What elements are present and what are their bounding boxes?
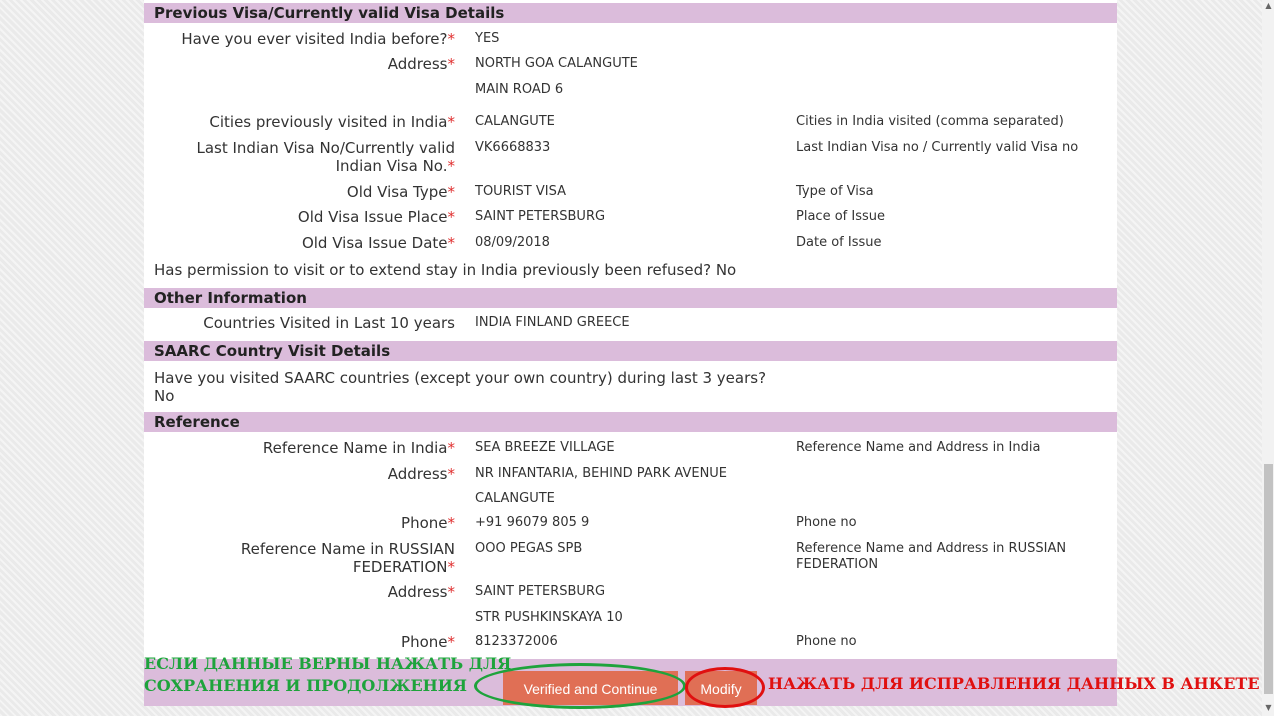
required-marker: * [447,113,456,131]
old-visa-issue-date-value: 08/09/2018 [475,235,550,250]
reference-name-india-label: Reference Name in India* [262,439,456,457]
triangle-down-icon[interactable]: ▼ [1263,702,1274,714]
modify-button[interactable]: Modify [685,671,757,705]
last-visa-no-value: VK6668833 [475,140,551,155]
required-marker: * [447,30,456,48]
reference-russia-address-line2: STR PUSHKINSKAYA 10 [475,610,623,625]
old-visa-type-value: TOURIST VISA [475,184,566,199]
last-visa-no-label-line2: Indian Visa No.* [335,157,456,175]
red-annotation-note: НАЖАТЬ ДЛЯ ИСПРАВЛЕНИЯ ДАННЫХ В АНКЕТЕ [768,674,1260,693]
reference-russia-address-label: Address* [387,583,456,601]
reference-russia-phone-label: Phone* [401,633,456,651]
reference-name-india-hint: Reference Name and Address in India [796,440,1041,455]
reference-india-phone-label: Phone* [401,514,456,532]
reference-name-russia-value: OOO PEGAS SPB [475,541,583,556]
address-label: Address* [387,55,456,73]
reference-name-russia-hint-line2: FEDERATION [796,557,879,572]
reference-india-address-line1: NR INFANTARIA, BEHIND PARK AVENUE [475,466,728,481]
reference-name-russia-label-line2: FEDERATION* [352,558,456,576]
cities-visited-value: CALANGUTE [475,114,555,129]
required-marker: * [447,208,456,226]
cities-visited-hint: Cities in India visited (comma separated… [796,114,1064,129]
visited-india-value: YES [475,31,500,46]
section-header-previous-visa: Previous Visa/Currently valid Visa Detai… [144,3,1117,23]
old-visa-issue-place-hint: Place of Issue [796,209,885,224]
old-visa-issue-date-label: Old Visa Issue Date* [301,234,456,252]
reference-name-russia-label-line1: Reference Name in RUSSIAN [240,540,455,558]
required-marker: * [447,439,456,457]
old-visa-issue-place-value: SAINT PETERSBURG [475,209,606,224]
green-annotation-note: ЕСЛИ ДАННЫЕ ВЕРНЫ НАЖАТЬ ДЛЯ СОХРАНЕНИЯ … [144,653,511,697]
section-header-reference: Reference [144,412,1117,432]
required-marker: * [447,633,456,651]
required-marker: * [447,157,456,175]
saarc-question: Have you visited SAARC countries (except… [154,369,767,387]
scrollbar-thumb[interactable] [1264,464,1273,694]
saarc-answer: No [154,387,175,405]
section-header-other-information: Other Information [144,288,1117,308]
reference-india-phone-hint: Phone no [796,515,857,530]
last-visa-no-hint: Last Indian Visa no / Currently valid Vi… [796,140,1079,155]
cities-visited-label: Cities previously visited in India* [209,113,456,131]
required-marker: * [447,514,456,532]
old-visa-type-hint: Type of Visa [796,184,874,199]
required-marker: * [447,583,456,601]
required-marker: * [447,558,456,576]
required-marker: * [447,183,456,201]
countries-visited-value: INDIA FINLAND GREECE [475,315,630,330]
verified-and-continue-button[interactable]: Verified and Continue [503,671,678,705]
reference-russia-address-line1: SAINT PETERSBURG [475,584,606,599]
reference-russia-phone-hint: Phone no [796,634,857,649]
last-visa-no-label-line1: Last Indian Visa No/Currently valid [196,139,455,157]
reference-russia-phone-value: 8123372006 [475,634,558,649]
visa-details-panel: Previous Visa/Currently valid Visa Detai… [144,0,1117,706]
visited-india-label: Have you ever visited India before?* [181,30,456,48]
green-annotation-line2: СОХРАНЕНИЯ И ПРОДОЛЖЕНИЯ [144,676,467,695]
old-visa-type-label: Old Visa Type* [346,183,456,201]
old-visa-issue-place-label: Old Visa Issue Place* [297,208,456,226]
reference-name-india-value: SEA BREEZE VILLAGE [475,440,615,455]
section-header-saarc: SAARC Country Visit Details [144,341,1117,361]
address-line2-value: MAIN ROAD 6 [475,82,564,97]
visa-refused-text: Has permission to visit or to extend sta… [154,261,737,279]
reference-name-russia-hint-line1: Reference Name and Address in RUSSIAN [796,541,1067,556]
required-marker: * [447,234,456,252]
required-marker: * [447,465,456,483]
required-marker: * [447,55,456,73]
old-visa-issue-date-hint: Date of Issue [796,235,882,250]
reference-india-address-line2: CALANGUTE [475,491,555,506]
reference-india-address-label: Address* [387,465,456,483]
green-annotation-line1: ЕСЛИ ДАННЫЕ ВЕРНЫ НАЖАТЬ ДЛЯ [144,654,512,673]
triangle-up-icon[interactable]: ▲ [1263,0,1274,12]
countries-visited-label: Countries Visited in Last 10 years [203,314,455,332]
address-line1-value: NORTH GOA CALANGUTE [475,56,638,71]
reference-india-phone-value: +91 96079 805 9 [475,515,590,530]
